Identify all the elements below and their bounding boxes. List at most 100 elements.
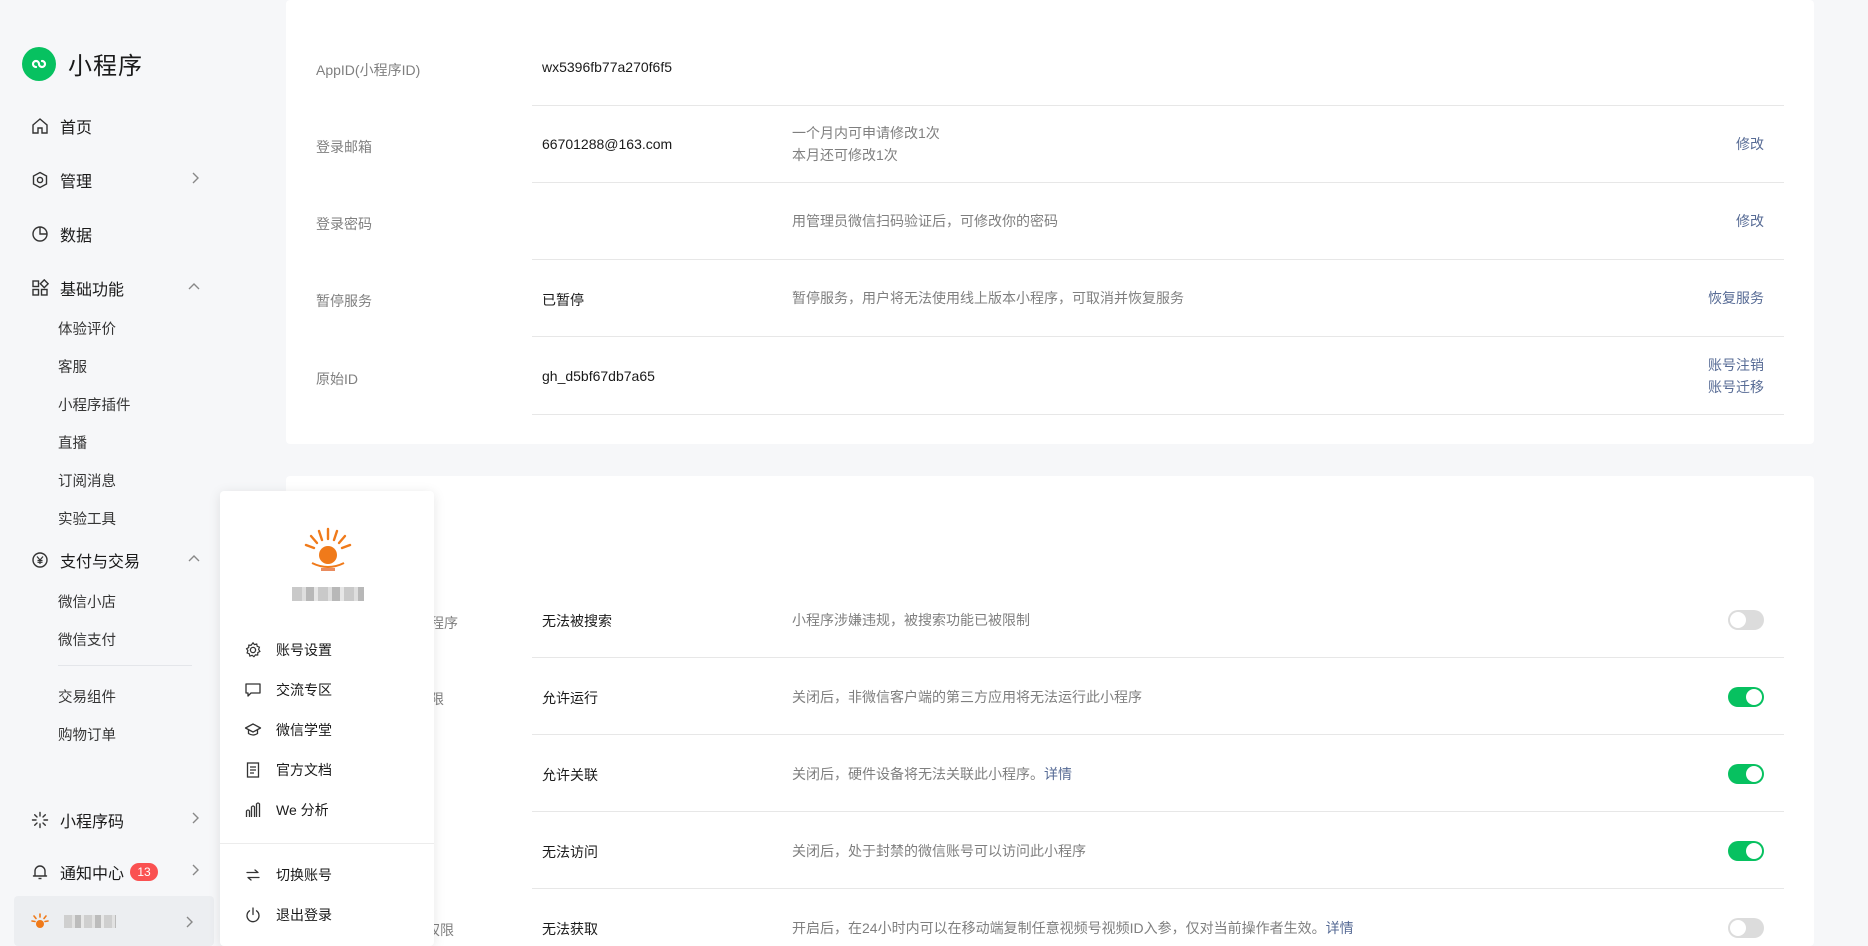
setting-row-hardware: 允许关联 关闭后，硬件设备将无法关联此小程序。详情 [286,735,1814,812]
nav-home[interactable]: 首页 [30,114,200,138]
details-link[interactable]: 详情 [1326,920,1354,936]
chevron-up-icon [188,551,200,569]
menu-item-label: 官方文档 [276,762,332,778]
edit-password-link[interactable]: 修改 [1736,210,1764,232]
setting-value: 允许关联 [542,767,598,783]
info-row-original-id: 原始ID gh_d5bf67db7a65 账号注销 账号迁移 [286,337,1814,415]
setting-value: 无法访问 [542,844,598,860]
chevron-up-icon [188,279,200,297]
hardware-toggle[interactable] [1728,764,1764,784]
sidebar-divider [58,665,192,666]
nav-manage[interactable]: 管理 [30,168,200,192]
appid-value: wx5396fb77a270f6f5 [542,59,672,75]
setting-row-third-party: 限 允许运行 关闭后，非微信客户端的第三方应用将无法运行此小程序 [286,658,1814,735]
nav-basic-label: 基础功能 [60,282,125,299]
details-link[interactable]: 详情 [1044,766,1072,782]
info-row-password: 登录密码 用管理员微信扫码验证后，可修改你的密码 修改 [286,183,1814,260]
sub-item-service[interactable]: 客服 [58,356,87,377]
search-toggle[interactable] [1728,610,1764,630]
message-icon [244,681,262,699]
sub-item-plugin[interactable]: 小程序插件 [58,394,131,415]
email-desc-line1: 一个月内可申请修改1次 [792,125,940,141]
original-id-value: gh_d5bf67db7a65 [542,368,655,384]
account-logo [304,527,352,575]
popup-divider [220,843,434,844]
nav-data[interactable]: 数据 [30,222,200,246]
account-name-masked [64,915,116,928]
menu-we-analysis[interactable]: We 分析 [244,800,329,820]
menu-switch-account[interactable]: 切换账号 [244,865,332,885]
setting-value: 无法获取 [542,921,598,937]
banned-access-toggle[interactable] [1728,841,1764,861]
nav-pay-label: 支付与交易 [60,554,141,571]
grid-icon [30,278,50,298]
account-avatar [30,912,50,935]
migrate-account-link[interactable]: 账号迁移 [1708,376,1764,398]
video-id-toggle[interactable] [1728,918,1764,938]
sub-item-review[interactable]: 体验评价 [58,318,116,339]
brand[interactable]: 小程序 [22,46,143,81]
nav-home-label: 首页 [60,120,93,137]
sub-item-live[interactable]: 直播 [58,432,87,453]
menu-item-label: 切换账号 [276,867,332,883]
sub-item-shop[interactable]: 微信小店 [58,591,116,612]
menu-academy[interactable]: 微信学堂 [244,720,332,740]
switch-arrows-icon [244,866,262,884]
nav-pay[interactable]: 支付与交易 [30,548,200,572]
info-row-appid: AppID(小程序ID) wx5396fb77a270f6f5 [286,0,1814,106]
toggle-knob [1746,689,1762,705]
chevron-right-icon [190,863,200,881]
qrcode-sun-icon [30,810,50,830]
nav-notify[interactable]: 通知中心 13 [30,860,200,884]
settings-card: 程序 无法被搜索 小程序涉嫌违规，被搜索功能已被限制 限 允许运行 关闭后，非微… [286,476,1814,946]
third-party-toggle[interactable] [1728,687,1764,707]
setting-desc: 开启后，在24小时内可以在移动端复制任意视频号视频ID入参，仅对当前操作者生效。… [792,917,1354,939]
resume-service-link[interactable]: 恢复服务 [1708,287,1764,309]
cancel-account-link[interactable]: 账号注销 [1708,354,1764,376]
manage-icon [30,170,50,190]
menu-item-label: 微信学堂 [276,722,332,738]
notification-badge: 13 [130,863,159,881]
menu-account-settings[interactable]: 账号设置 [244,640,332,660]
info-label: 原始ID [316,371,358,387]
setting-desc-text: 关闭后，硬件设备将无法关联此小程序。 [792,766,1044,782]
account-popup: 账号设置 交流专区 微信学堂 官方文档 We 分析 切换账号 退出登录 [220,491,434,946]
nav-basic[interactable]: 基础功能 [30,276,200,300]
miniprogram-logo-icon [22,46,56,81]
sub-item-orders[interactable]: 购物订单 [58,724,116,745]
setting-row-search: 程序 无法被搜索 小程序涉嫌违规，被搜索功能已被限制 [286,581,1814,658]
menu-item-label: We 分析 [276,802,329,818]
gear-icon [244,641,262,659]
menu-docs[interactable]: 官方文档 [244,760,332,780]
nav-notify-label: 通知中心 [60,866,125,883]
document-icon [244,761,262,779]
sub-item-subscribe[interactable]: 订阅消息 [58,470,116,491]
toggle-knob [1730,612,1746,628]
yuan-icon [30,550,50,570]
nav-manage-label: 管理 [60,174,93,191]
menu-item-label: 账号设置 [276,642,332,658]
pause-desc: 暂停服务，用户将无法使用线上版本小程序，可取消并恢复服务 [792,290,1184,306]
setting-value: 无法被搜索 [542,613,612,629]
chevron-right-icon [184,915,194,931]
info-label: AppID(小程序ID) [316,62,421,78]
email-desc-line2: 本月还可修改1次 [792,147,898,163]
nav-data-label: 数据 [60,228,93,245]
menu-logout[interactable]: 退出登录 [244,905,332,925]
info-row-email: 登录邮箱 66701288@163.com 一个月内可申请修改1次 本月还可修改… [286,106,1814,183]
edit-email-link[interactable]: 修改 [1736,133,1764,155]
sub-item-trade-component[interactable]: 交易组件 [58,686,116,707]
setting-desc: 小程序涉嫌违规，被搜索功能已被限制 [792,612,1030,628]
home-icon [30,116,50,136]
menu-community[interactable]: 交流专区 [244,680,332,700]
chart-pie-icon [30,224,50,244]
account-name-masked [292,587,364,601]
sub-item-lab[interactable]: 实验工具 [58,508,116,529]
sub-item-wxpay[interactable]: 微信支付 [58,629,116,650]
info-label: 暂停服务 [316,293,372,309]
account-switcher[interactable] [14,896,214,946]
nav-qrcode[interactable]: 小程序码 [30,808,200,832]
setting-row-banned-access: 无法访问 关闭后，处于封禁的微信账号可以访问此小程序 [286,812,1814,889]
nav-qrcode-label: 小程序码 [60,814,125,831]
toggle-knob [1746,766,1762,782]
